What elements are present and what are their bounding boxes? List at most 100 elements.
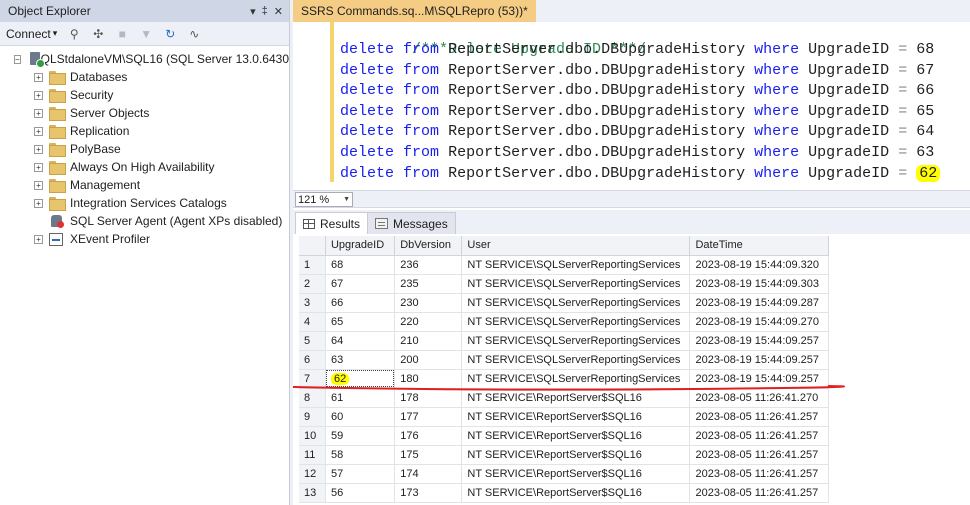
tab-results[interactable]: Results: [295, 212, 369, 234]
tree-node-integration-services-catalogs[interactable]: + Integration Services Catalogs: [0, 194, 289, 212]
cell-dbversion[interactable]: 173: [394, 483, 463, 503]
cell-datetime[interactable]: 2023-08-05 11:26:41.257: [689, 426, 829, 446]
cell-dbversion[interactable]: 178: [394, 388, 463, 408]
tab-query-document[interactable]: SSRS Commands.sq...M\SQLRepro (53))*: [293, 0, 536, 22]
results-grid[interactable]: UpgradeID DbVersion User DateTime 1 68 236…: [299, 236, 829, 503]
cell-dbversion[interactable]: 200: [394, 350, 463, 370]
tree-node-management[interactable]: + Management: [0, 176, 289, 194]
filter-icon[interactable]: ▼: [139, 27, 153, 41]
cell-user[interactable]: NT SERVICE\SQLServerReportingServices: [461, 274, 691, 294]
cell-dbversion[interactable]: 230: [394, 293, 463, 313]
cell-upgradeid[interactable]: 56: [325, 483, 396, 503]
table-row[interactable]: 7 62 180 NT SERVICE\SQLServerReportingServi…: [299, 369, 829, 389]
cell-upgradeid[interactable]: 67: [325, 274, 396, 294]
cell-upgradeid[interactable]: 57: [325, 464, 396, 484]
cell-user[interactable]: NT SERVICE\SQLServerReportingServices: [461, 350, 691, 370]
column-header-datetime[interactable]: DateTime: [689, 236, 829, 256]
cell-datetime[interactable]: 2023-08-19 15:44:09.320: [689, 255, 829, 275]
expand-toggle-icon[interactable]: +: [34, 162, 43, 172]
cell-upgradeid[interactable]: 62: [325, 369, 396, 389]
cell-datetime[interactable]: 2023-08-19 15:44:09.257: [689, 369, 829, 389]
expand-toggle-icon[interactable]: +: [34, 126, 43, 136]
table-row[interactable]: 5 64 210 NT SERVICE\SQLServerReportingServi…: [299, 331, 829, 351]
code-editor[interactable]: /***Delete Upgrade ID ***/ delete from R…: [293, 22, 970, 190]
window-position-dropdown-icon[interactable]: ▾: [250, 5, 256, 18]
cell-upgradeid[interactable]: 58: [325, 445, 396, 465]
cell-datetime[interactable]: 2023-08-05 11:26:41.257: [689, 407, 829, 427]
expand-toggle-icon[interactable]: +: [34, 72, 43, 82]
cell-dbversion[interactable]: 175: [394, 445, 463, 465]
cell-user[interactable]: NT SERVICE\SQLServerReportingServices: [461, 312, 691, 332]
table-row[interactable]: 10 59 176 NT SERVICE\ReportServer$SQL16 2023…: [299, 426, 829, 446]
table-row[interactable]: 4 65 220 NT SERVICE\SQLServerReportingServi…: [299, 312, 829, 332]
tree-node-always-on-high-availability[interactable]: + Always On High Availability: [0, 158, 289, 176]
expand-toggle-icon[interactable]: +: [34, 198, 43, 208]
tree-node-polybase[interactable]: + PolyBase: [0, 140, 289, 158]
close-icon[interactable]: ✕: [274, 5, 283, 18]
cell-datetime[interactable]: 2023-08-05 11:26:41.257: [689, 464, 829, 484]
activity-monitor-icon[interactable]: ∿: [187, 27, 201, 41]
cell-datetime[interactable]: 2023-08-05 11:26:41.257: [689, 445, 829, 465]
cell-user[interactable]: NT SERVICE\SQLServerReportingServices: [461, 255, 691, 275]
connect-plug-icon[interactable]: ⚲: [67, 27, 81, 41]
table-row[interactable]: 8 61 178 NT SERVICE\ReportServer$SQL16 2023-…: [299, 388, 829, 408]
cell-dbversion[interactable]: 236: [394, 255, 463, 275]
tree-node-replication[interactable]: + Replication: [0, 122, 289, 140]
tree-node-server[interactable]: − SQLStdaloneVM\SQL16 (SQL Server 13.0.6…: [0, 50, 289, 68]
cell-dbversion[interactable]: 220: [394, 312, 463, 332]
cell-datetime[interactable]: 2023-08-05 11:26:41.257: [689, 483, 829, 503]
connect-button[interactable]: Connect ▾: [6, 27, 57, 41]
expand-toggle-icon[interactable]: +: [34, 234, 43, 244]
cell-datetime[interactable]: 2023-08-19 15:44:09.287: [689, 293, 829, 313]
zoom-select[interactable]: 121 % ▼: [295, 192, 353, 207]
cell-dbversion[interactable]: 210: [394, 331, 463, 351]
cell-upgradeid[interactable]: 60: [325, 407, 396, 427]
table-row[interactable]: 12 57 174 NT SERVICE\ReportServer$SQL16 2023…: [299, 464, 829, 484]
expand-toggle-icon[interactable]: +: [34, 180, 43, 190]
cell-dbversion[interactable]: 177: [394, 407, 463, 427]
expand-toggle-icon[interactable]: +: [34, 108, 43, 118]
cell-user[interactable]: NT SERVICE\ReportServer$SQL16: [461, 426, 691, 446]
table-row[interactable]: 9 60 177 NT SERVICE\ReportServer$SQL16 2023-…: [299, 407, 829, 427]
column-header-upgradeid[interactable]: UpgradeID: [325, 236, 396, 256]
pin-icon[interactable]: ‡: [262, 5, 268, 18]
column-header-user[interactable]: User: [461, 236, 691, 256]
cell-user[interactable]: NT SERVICE\ReportServer$SQL16: [461, 407, 691, 427]
cell-datetime[interactable]: 2023-08-19 15:44:09.257: [689, 331, 829, 351]
expand-toggle-icon[interactable]: +: [34, 144, 43, 154]
cell-upgradeid[interactable]: 61: [325, 388, 396, 408]
table-row[interactable]: 3 66 230 NT SERVICE\SQLServerReportingServi…: [299, 293, 829, 313]
table-row[interactable]: 2 67 235 NT SERVICE\SQLServerReportingServi…: [299, 274, 829, 294]
tree-node-sql-server-agent-agent-xps-disabled[interactable]: SQL Server Agent (Agent XPs disabled): [0, 212, 289, 230]
cell-datetime[interactable]: 2023-08-05 11:26:41.270: [689, 388, 829, 408]
cell-dbversion[interactable]: 180: [394, 369, 463, 389]
cell-datetime[interactable]: 2023-08-19 15:44:09.270: [689, 312, 829, 332]
cell-user[interactable]: NT SERVICE\SQLServerReportingServices: [461, 331, 691, 351]
tree-node-security[interactable]: + Security: [0, 86, 289, 104]
cell-upgradeid[interactable]: 59: [325, 426, 396, 446]
cell-datetime[interactable]: 2023-08-19 15:44:09.257: [689, 350, 829, 370]
disconnect-icon[interactable]: ✣: [91, 27, 105, 41]
tree-node-databases[interactable]: + Databases: [0, 68, 289, 86]
expand-toggle-icon[interactable]: +: [34, 90, 43, 100]
cell-upgradeid[interactable]: 65: [325, 312, 396, 332]
collapse-toggle-icon[interactable]: −: [14, 54, 21, 64]
cell-datetime[interactable]: 2023-08-19 15:44:09.303: [689, 274, 829, 294]
cell-upgradeid[interactable]: 64: [325, 331, 396, 351]
table-row[interactable]: 13 56 173 NT SERVICE\ReportServer$SQL16 2023…: [299, 483, 829, 503]
cell-upgradeid[interactable]: 66: [325, 293, 396, 313]
tree-node-xevent-profiler[interactable]: + XEvent Profiler: [0, 230, 289, 248]
cell-user[interactable]: NT SERVICE\SQLServerReportingServices: [461, 293, 691, 313]
cell-user[interactable]: NT SERVICE\ReportServer$SQL16: [461, 445, 691, 465]
table-row[interactable]: 1 68 236 NT SERVICE\SQLServerReportingServi…: [299, 255, 829, 275]
table-row[interactable]: 6 63 200 NT SERVICE\SQLServerReportingServi…: [299, 350, 829, 370]
refresh-icon[interactable]: ↻: [163, 27, 177, 41]
cell-user[interactable]: NT SERVICE\ReportServer$SQL16: [461, 483, 691, 503]
column-header-dbversion[interactable]: DbVersion: [394, 236, 463, 256]
cell-dbversion[interactable]: 176: [394, 426, 463, 446]
stop-icon[interactable]: ■: [115, 27, 129, 41]
cell-upgradeid[interactable]: 63: [325, 350, 396, 370]
cell-upgradeid[interactable]: 68: [325, 255, 396, 275]
cell-user[interactable]: NT SERVICE\SQLServerReportingServices: [461, 369, 691, 389]
cell-user[interactable]: NT SERVICE\ReportServer$SQL16: [461, 464, 691, 484]
